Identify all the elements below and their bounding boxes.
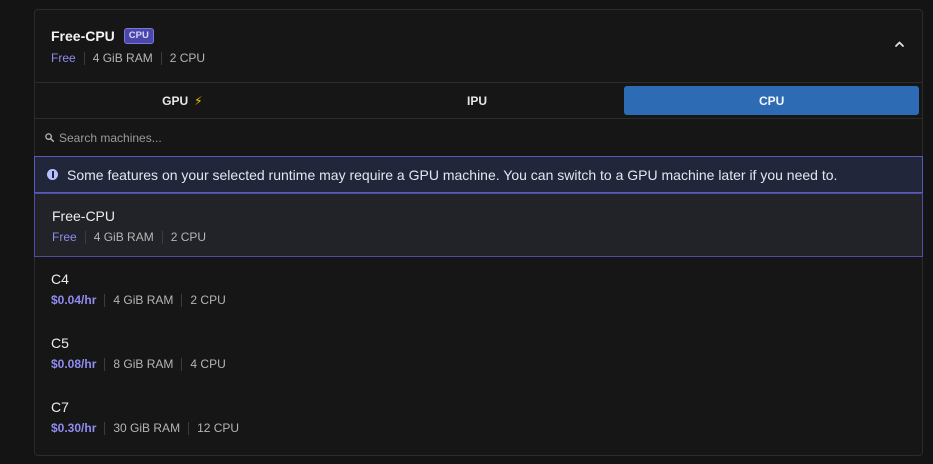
divider — [181, 293, 183, 307]
machine-ram: 4 GiB RAM — [113, 293, 174, 307]
divider — [83, 51, 85, 65]
divider — [84, 230, 86, 244]
info-icon — [47, 169, 58, 180]
machine-cpu: 12 CPU — [197, 421, 240, 435]
machine-price: $0.08/hr — [51, 357, 97, 371]
machine-meta: $0.08/hr 8 GiB RAM 4 CPU — [51, 357, 906, 371]
divider — [188, 421, 190, 435]
machine-ram: 4 GiB RAM — [93, 230, 154, 244]
machine-name: C7 — [51, 399, 69, 415]
machine-option-c7[interactable]: C7 $0.30/hr 30 GiB RAM 12 CPU — [35, 385, 922, 449]
machine-option-c5[interactable]: C5 $0.08/hr 8 GiB RAM 4 CPU — [35, 321, 922, 385]
notice-text: Some features on your selected runtime m… — [67, 166, 838, 183]
tab-cpu[interactable]: CPU — [624, 86, 920, 115]
divider — [104, 421, 106, 435]
selected-machine-header[interactable]: Free-CPU CPU Free 4 GiB RAM 2 CPU — [35, 10, 922, 83]
selected-machine-ram: 4 GiB RAM — [92, 51, 153, 65]
machine-type-badge: CPU — [123, 28, 154, 44]
divider — [161, 230, 163, 244]
chevron-up-icon[interactable] — [894, 39, 905, 50]
search-input[interactable]: Search machines... — [35, 119, 922, 156]
selected-machine-price: Free — [51, 51, 76, 65]
divider — [104, 357, 106, 371]
selected-machine-cpu: 2 CPU — [169, 51, 206, 65]
machine-type-tabs: GPU ⚡ IPU CPU — [35, 83, 922, 119]
machine-price: $0.30/hr — [51, 421, 97, 435]
tab-gpu-label: GPU — [162, 93, 189, 108]
machine-name: C4 — [51, 271, 69, 287]
machine-price: $0.04/hr — [51, 293, 97, 307]
tab-ipu-label: IPU — [467, 93, 488, 108]
machine-list: Free-CPU Free 4 GiB RAM 2 CPU C4 $0.04/h… — [34, 193, 923, 449]
divider — [160, 51, 162, 65]
machine-name: C5 — [51, 335, 69, 351]
machine-name: Free-CPU — [52, 208, 116, 224]
lightning-icon: ⚡ — [194, 93, 203, 108]
tab-cpu-label: CPU — [759, 93, 785, 108]
tab-gpu[interactable]: GPU ⚡ — [35, 86, 330, 115]
gpu-notice-banner: Some features on your selected runtime m… — [34, 156, 923, 193]
machine-meta: $0.04/hr 4 GiB RAM 2 CPU — [51, 293, 906, 307]
machine-ram: 8 GiB RAM — [113, 357, 174, 371]
selected-machine-title: Free-CPU — [51, 28, 115, 44]
machine-meta: $0.30/hr 30 GiB RAM 12 CPU — [51, 421, 906, 435]
divider — [181, 357, 183, 371]
machine-option-c4[interactable]: C4 $0.04/hr 4 GiB RAM 2 CPU — [35, 257, 922, 321]
machine-option-free-cpu[interactable]: Free-CPU Free 4 GiB RAM 2 CPU — [34, 193, 923, 257]
machine-meta: Free 4 GiB RAM 2 CPU — [52, 230, 906, 244]
machine-cpu: 2 CPU — [190, 293, 226, 307]
machine-cpu: 4 CPU — [190, 357, 226, 371]
selected-machine-meta: Free 4 GiB RAM 2 CPU — [51, 51, 906, 65]
machine-price: Free — [52, 230, 77, 244]
divider — [104, 293, 106, 307]
header-title-row: Free-CPU CPU — [51, 26, 906, 46]
search-icon — [45, 133, 54, 142]
machine-ram: 30 GiB RAM — [113, 421, 181, 435]
search-placeholder: Search machines... — [59, 130, 162, 145]
tab-ipu[interactable]: IPU — [330, 86, 625, 115]
machine-selector-panel: Free-CPU CPU Free 4 GiB RAM 2 CPU GPU ⚡ … — [34, 9, 923, 456]
machine-cpu: 2 CPU — [170, 230, 207, 244]
